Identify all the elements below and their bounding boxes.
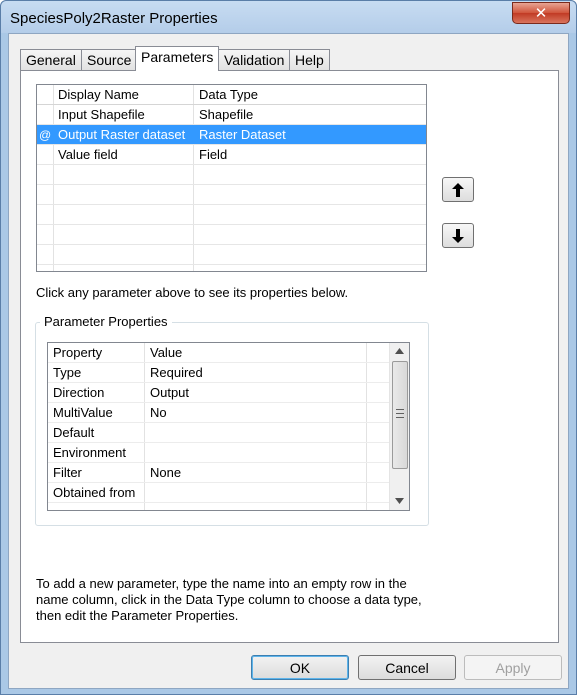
instructions-text: To add a new parameter, type the name in… [36,576,422,623]
property-row[interactable]: Environment [48,443,389,463]
scroll-down-icon[interactable] [395,498,404,504]
parameters-grid[interactable]: Display Name Data Type Input Shapefile S… [36,84,427,272]
property-name: Type [53,365,82,380]
arrow-up-icon [452,182,464,197]
column-header-value[interactable]: Value [150,343,182,363]
property-row[interactable]: Default [48,423,389,443]
property-name: Filter [53,465,82,480]
property-name: MultiValue [53,405,113,420]
property-row[interactable]: Obtained from [48,483,389,503]
column-header-data-type[interactable]: Data Type [199,85,258,105]
column-header-display-name[interactable]: Display Name [58,85,139,105]
close-button[interactable]: ✕ [512,2,570,24]
property-name: Environment [53,445,126,460]
dialog-window: SpeciesPoly2Raster Properties ✕ General … [0,0,577,695]
property-row[interactable]: Filter None [48,463,389,483]
property-row[interactable]: MultiValue No [48,403,389,423]
property-value[interactable]: None [150,463,181,483]
property-name: Obtained from [53,485,136,500]
tab-label: Parameters [141,49,214,65]
tab-source[interactable]: Source [81,49,138,70]
parameter-name[interactable]: Value field [58,145,118,165]
table-row-selected[interactable]: @ Output Raster dataset Raster Dataset [37,125,426,145]
tab-help[interactable]: Help [289,49,330,70]
property-value[interactable]: No [150,403,167,423]
property-row[interactable]: Type Required [48,363,389,383]
tab-general[interactable]: General [20,49,82,70]
group-label: Parameter Properties [40,314,172,329]
column-header-property[interactable]: Property [53,343,102,363]
properties-grid[interactable]: Property Value Type Required Direction O… [47,342,410,511]
cancel-button[interactable]: Cancel [358,655,456,680]
table-row[interactable]: Value field Field [37,145,426,165]
scrollbar-thumb[interactable] [392,361,408,469]
move-up-button[interactable] [442,177,474,202]
property-value[interactable]: Output [150,383,189,403]
properties-scrollbar[interactable] [389,343,409,510]
tab-label: Validation [224,52,285,68]
tab-label: Help [295,52,324,68]
scroll-up-icon[interactable] [395,348,404,354]
parameter-type[interactable]: Shapefile [199,105,253,125]
property-name: Direction [53,385,105,400]
property-row[interactable]: Direction Output [48,383,389,403]
property-name: Default [53,425,95,440]
tab-label: Source [87,52,132,68]
tab-label: General [26,52,76,68]
move-down-button[interactable] [442,223,474,248]
ok-button[interactable]: OK [251,655,349,680]
arrow-down-icon [452,228,464,243]
row-marker: @ [39,128,52,142]
tab-parameters[interactable]: Parameters [135,46,220,71]
tab-validation[interactable]: Validation [218,49,291,70]
table-row[interactable]: Input Shapefile Shapefile [37,105,426,125]
empty-row[interactable] [37,205,426,225]
parameter-type[interactable]: Raster Dataset [199,125,286,145]
property-value[interactable]: Required [150,363,203,383]
parameter-type[interactable]: Field [199,145,227,165]
title-bar[interactable]: SpeciesPoly2Raster Properties ✕ [1,1,576,33]
apply-button[interactable]: Apply [464,655,562,680]
properties-header-row: Property Value [48,343,389,363]
dialog-client-area: General Source Parameters Validation Hel… [8,33,569,689]
empty-row[interactable] [37,225,426,245]
close-icon: ✕ [534,4,548,22]
window-title: SpeciesPoly2Raster Properties [10,10,218,27]
parameter-name[interactable]: Output Raster dataset [58,125,185,145]
parameters-tab-panel: Display Name Data Type Input Shapefile S… [20,70,559,643]
grip-icon [396,409,404,418]
parameter-name[interactable]: Input Shapefile [58,105,145,125]
grid-header-row: Display Name Data Type [37,85,426,105]
empty-row[interactable] [37,245,426,265]
empty-row[interactable] [37,165,426,185]
empty-row[interactable] [37,185,426,205]
hint-text: Click any parameter above to see its pro… [36,285,349,300]
